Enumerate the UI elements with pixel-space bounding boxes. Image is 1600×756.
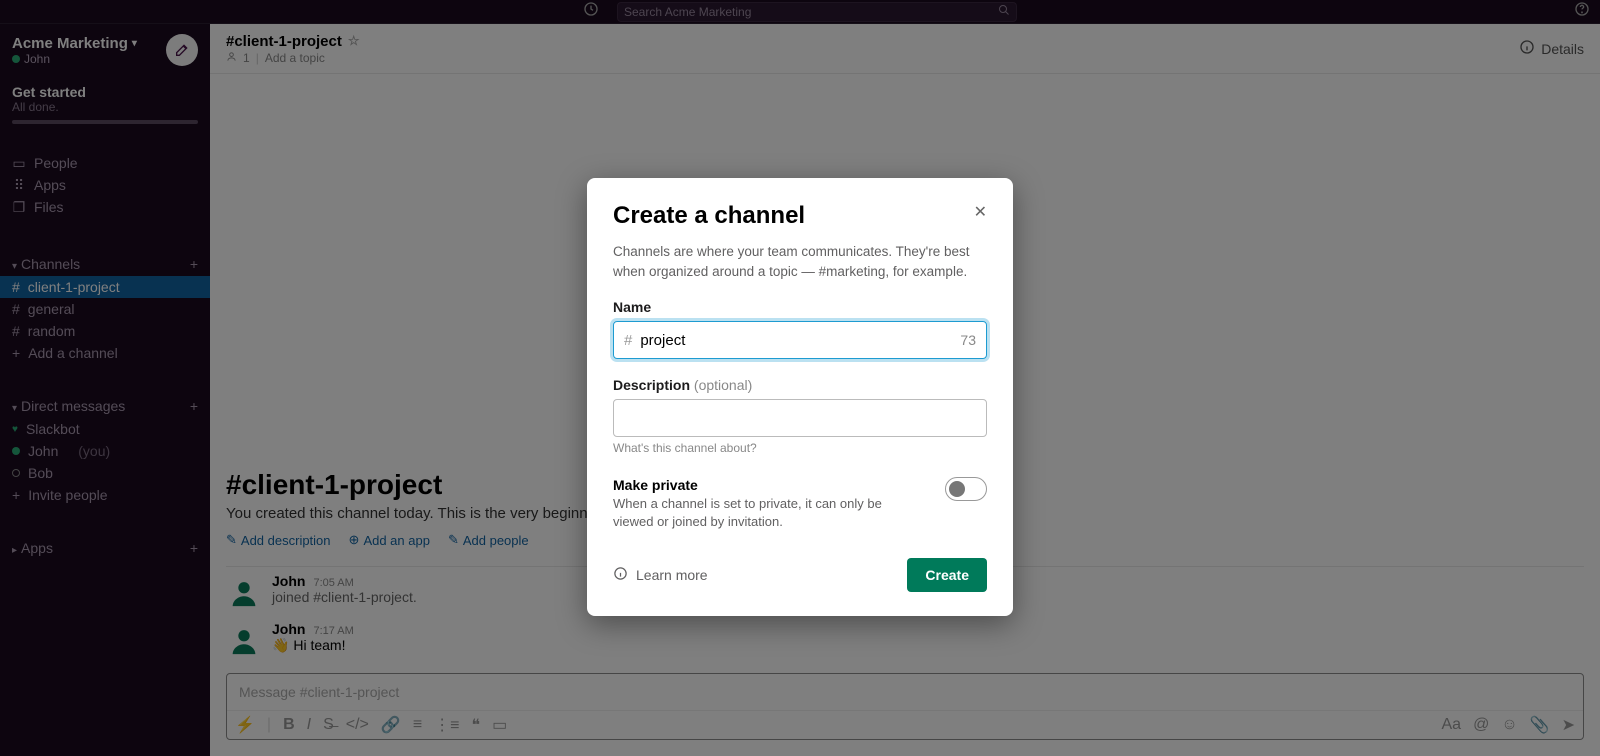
modal-description: Channels are where your team communicate…: [613, 242, 987, 281]
toggle-knob: [949, 481, 965, 497]
desc-help-text: What's this channel about?: [613, 441, 987, 455]
create-channel-modal: Create a channel ✕ Channels are where yo…: [587, 178, 1013, 616]
make-private-desc: When a channel is set to private, it can…: [613, 495, 925, 531]
make-private-label: Make private: [613, 477, 925, 493]
private-toggle[interactable]: [945, 477, 987, 501]
optional-label: (optional): [694, 377, 752, 393]
modal-title: Create a channel: [613, 202, 805, 230]
info-icon: [613, 566, 628, 584]
channel-name-input[interactable]: # project 73: [613, 321, 987, 359]
desc-field-label: Description: [613, 377, 690, 393]
hash-icon: #: [624, 332, 632, 349]
learn-more-label: Learn more: [636, 567, 708, 583]
name-field-label: Name: [613, 299, 987, 315]
create-button[interactable]: Create: [907, 558, 987, 592]
char-count: 73: [960, 332, 976, 348]
channel-description-input[interactable]: [613, 399, 987, 437]
channel-name-value: project: [640, 332, 960, 349]
modal-overlay[interactable]: Create a channel ✕ Channels are where yo…: [0, 0, 1600, 756]
close-icon[interactable]: ✕: [974, 202, 987, 222]
learn-more-link[interactable]: Learn more: [613, 566, 708, 584]
